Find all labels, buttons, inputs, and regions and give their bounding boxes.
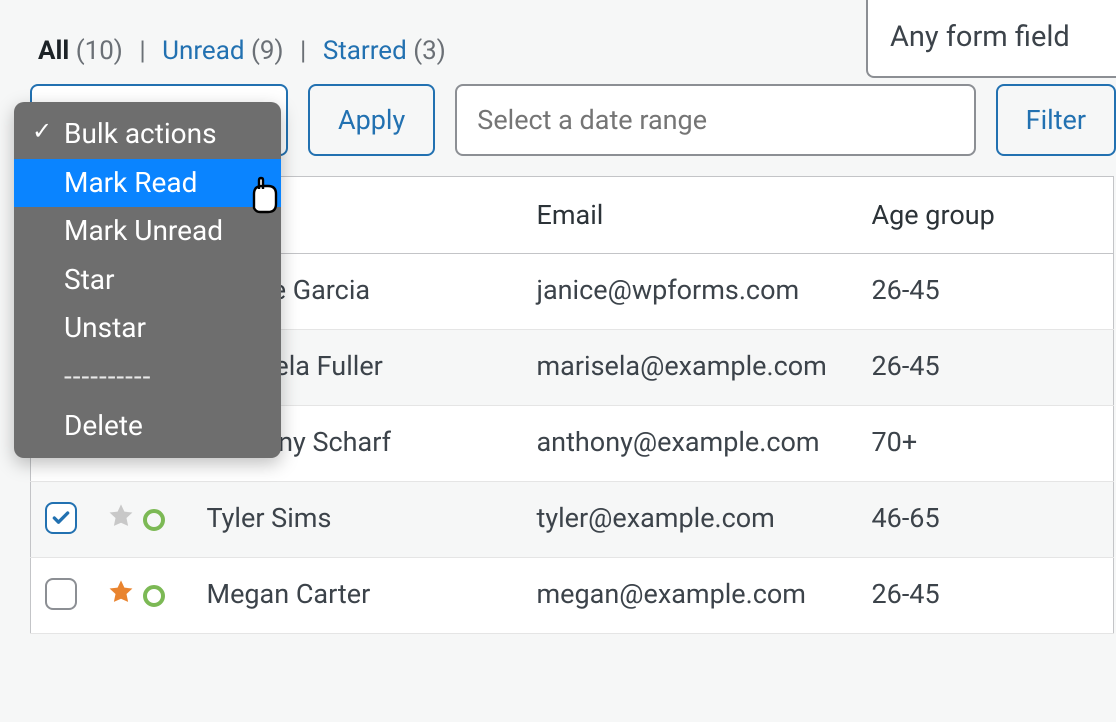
dropdown-item-mark-read[interactable]: Mark Read [14, 159, 281, 208]
dropdown-separator: ---------- [14, 353, 281, 402]
cell-email: tyler@example.com [523, 482, 858, 558]
cell-email: marisela@example.com [523, 330, 858, 406]
filter-button[interactable]: Filter [996, 84, 1116, 156]
cell-email: megan@example.com [523, 558, 858, 634]
dropdown-item-unstar[interactable]: Unstar [14, 304, 281, 353]
cell-age: 70+ [858, 406, 1114, 482]
tab-label: Unread [162, 36, 244, 66]
tab-label: Starred [323, 36, 407, 66]
cell-name[interactable]: Tyler Sims [193, 482, 523, 558]
header-email[interactable]: Email [523, 177, 858, 254]
tab-label: All [38, 36, 69, 66]
cell-age: 26-45 [858, 558, 1114, 634]
row-checkbox[interactable] [45, 502, 77, 534]
bulk-actions-dropdown: Bulk actions Mark Read Mark Unread Star … [14, 102, 281, 458]
cell-age: 46-65 [858, 482, 1114, 558]
tab-count: (9) [251, 36, 284, 66]
header-age[interactable]: Age group [858, 177, 1114, 254]
table-row: Megan Carter megan@example.com 26-45 [31, 558, 1114, 634]
star-icon[interactable] [107, 502, 135, 537]
tab-count: (3) [413, 36, 446, 66]
cell-name[interactable]: Megan Carter [193, 558, 523, 634]
cell-age: 26-45 [858, 330, 1114, 406]
table-row: Tyler Sims tyler@example.com 46-65 [31, 482, 1114, 558]
unread-indicator-icon[interactable] [143, 585, 165, 607]
cell-email: janice@wpforms.com [523, 254, 858, 330]
tab-unread[interactable]: Unread (9) [162, 36, 290, 66]
any-form-field-select[interactable]: Any form field [866, 0, 1116, 78]
dropdown-item-delete[interactable]: Delete [14, 402, 281, 451]
tab-separator: | [300, 36, 306, 66]
tab-separator: | [139, 36, 145, 66]
cell-age: 26-45 [858, 254, 1114, 330]
tab-starred[interactable]: Starred (3) [323, 36, 446, 66]
date-range-input[interactable] [455, 84, 975, 156]
row-checkbox[interactable] [45, 578, 77, 610]
tab-all[interactable]: All (10) [38, 36, 129, 66]
dropdown-item-bulk-actions[interactable]: Bulk actions [14, 110, 281, 159]
cursor-icon [246, 176, 286, 218]
dropdown-item-star[interactable]: Star [14, 256, 281, 305]
tab-count: (10) [76, 36, 123, 66]
cell-email: anthony@example.com [523, 406, 858, 482]
unread-indicator-icon[interactable] [143, 509, 165, 531]
apply-button[interactable]: Apply [308, 84, 435, 156]
star-icon[interactable] [107, 578, 135, 613]
dropdown-item-mark-unread[interactable]: Mark Unread [14, 207, 281, 256]
